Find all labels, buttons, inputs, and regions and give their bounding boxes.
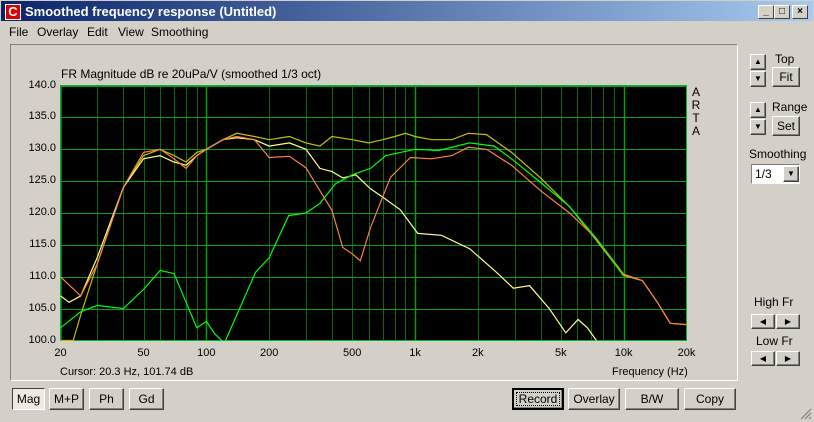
menu-overlay[interactable]: Overlay: [37, 25, 78, 39]
top-down-button[interactable]: ▼: [750, 71, 766, 87]
x-tick-label: 10k: [614, 347, 633, 359]
resize-grip-icon[interactable]: [799, 407, 813, 421]
x-axis-label: Frequency (Hz): [612, 366, 688, 378]
y-tick-label: 110.0: [29, 269, 56, 282]
y-tick-label: 130.0: [28, 142, 56, 155]
mp-button[interactable]: M+P: [49, 388, 84, 410]
range-label: Range: [772, 100, 808, 114]
high-fr-label: High Fr: [754, 295, 794, 309]
close-button[interactable]: ×: [792, 5, 808, 19]
smoothing-value: 1/3: [755, 167, 772, 181]
arta-brand: A R T A: [691, 86, 701, 138]
top-label: Top: [775, 52, 795, 66]
y-tick-label: 115.0: [29, 237, 56, 250]
title-bar: C Smoothed frequency response (Untitled)…: [0, 0, 814, 22]
x-tick-label: 50: [137, 347, 150, 359]
x-tick-label: 200: [259, 347, 279, 359]
x-tick-label: 5k: [555, 347, 567, 359]
minimize-button[interactable]: _: [758, 5, 774, 19]
app-icon: C: [5, 4, 21, 20]
brand-letter: A: [691, 124, 700, 138]
smoothing-label: Smoothing: [749, 147, 807, 161]
x-tick-label: 1k: [409, 347, 421, 359]
x-tick-label: 100: [197, 347, 216, 359]
range-up-button[interactable]: ▲: [750, 102, 766, 118]
menu-smoothing[interactable]: Smoothing: [151, 25, 208, 39]
menu-view[interactable]: View: [118, 25, 144, 39]
fit-button[interactable]: Fit: [772, 67, 800, 87]
cursor-readout: Cursor: 20.3 Hz, 101.74 dB: [60, 366, 194, 378]
menu-file[interactable]: File: [9, 25, 28, 39]
x-tick-label: 20: [54, 347, 67, 359]
y-tick-label: 120.0: [28, 206, 56, 218]
high-fr-right-button[interactable]: ▶: [776, 314, 800, 329]
frequency-response-plot[interactable]: [60, 85, 687, 341]
y-tick-label: 140.0: [28, 78, 56, 91]
menu-bar: File Overlay Edit View Smoothing: [0, 22, 814, 42]
x-tick-label: 2k: [472, 347, 484, 359]
low-fr-left-button[interactable]: ◀: [751, 351, 775, 366]
chevron-down-icon[interactable]: ▼: [783, 166, 799, 182]
set-button[interactable]: Set: [772, 116, 800, 136]
smoothing-select[interactable]: 1/3 ▼: [751, 164, 800, 184]
bw-button[interactable]: B/W: [625, 388, 679, 410]
high-fr-left-button[interactable]: ◀: [751, 314, 775, 329]
ph-button[interactable]: Ph: [89, 388, 124, 410]
graph-title: FR Magnitude dB re 20uPa/V (smoothed 1/3…: [61, 67, 322, 81]
overlay-button[interactable]: Overlay: [568, 388, 620, 410]
gd-button[interactable]: Gd: [129, 388, 164, 410]
top-up-button[interactable]: ▲: [750, 54, 766, 70]
y-tick-label: 125.0: [28, 174, 56, 187]
menu-edit[interactable]: Edit: [87, 25, 108, 39]
y-tick-label: 105.0: [28, 301, 56, 314]
y-tick-label: 100.0: [28, 333, 56, 346]
low-fr-right-button[interactable]: ▶: [776, 351, 800, 366]
low-fr-label: Low Fr: [756, 334, 793, 348]
copy-button[interactable]: Copy: [684, 388, 736, 410]
maximize-button[interactable]: □: [774, 5, 790, 19]
x-tick-label: 20k: [677, 347, 696, 359]
y-tick-label: 135.0: [28, 110, 56, 123]
mag-button[interactable]: Mag: [12, 388, 45, 410]
x-tick-label: 500: [343, 347, 362, 359]
range-down-button[interactable]: ▼: [750, 119, 766, 135]
window-title: Smoothed frequency response (Untitled): [25, 4, 277, 19]
record-button[interactable]: Record: [512, 388, 564, 410]
